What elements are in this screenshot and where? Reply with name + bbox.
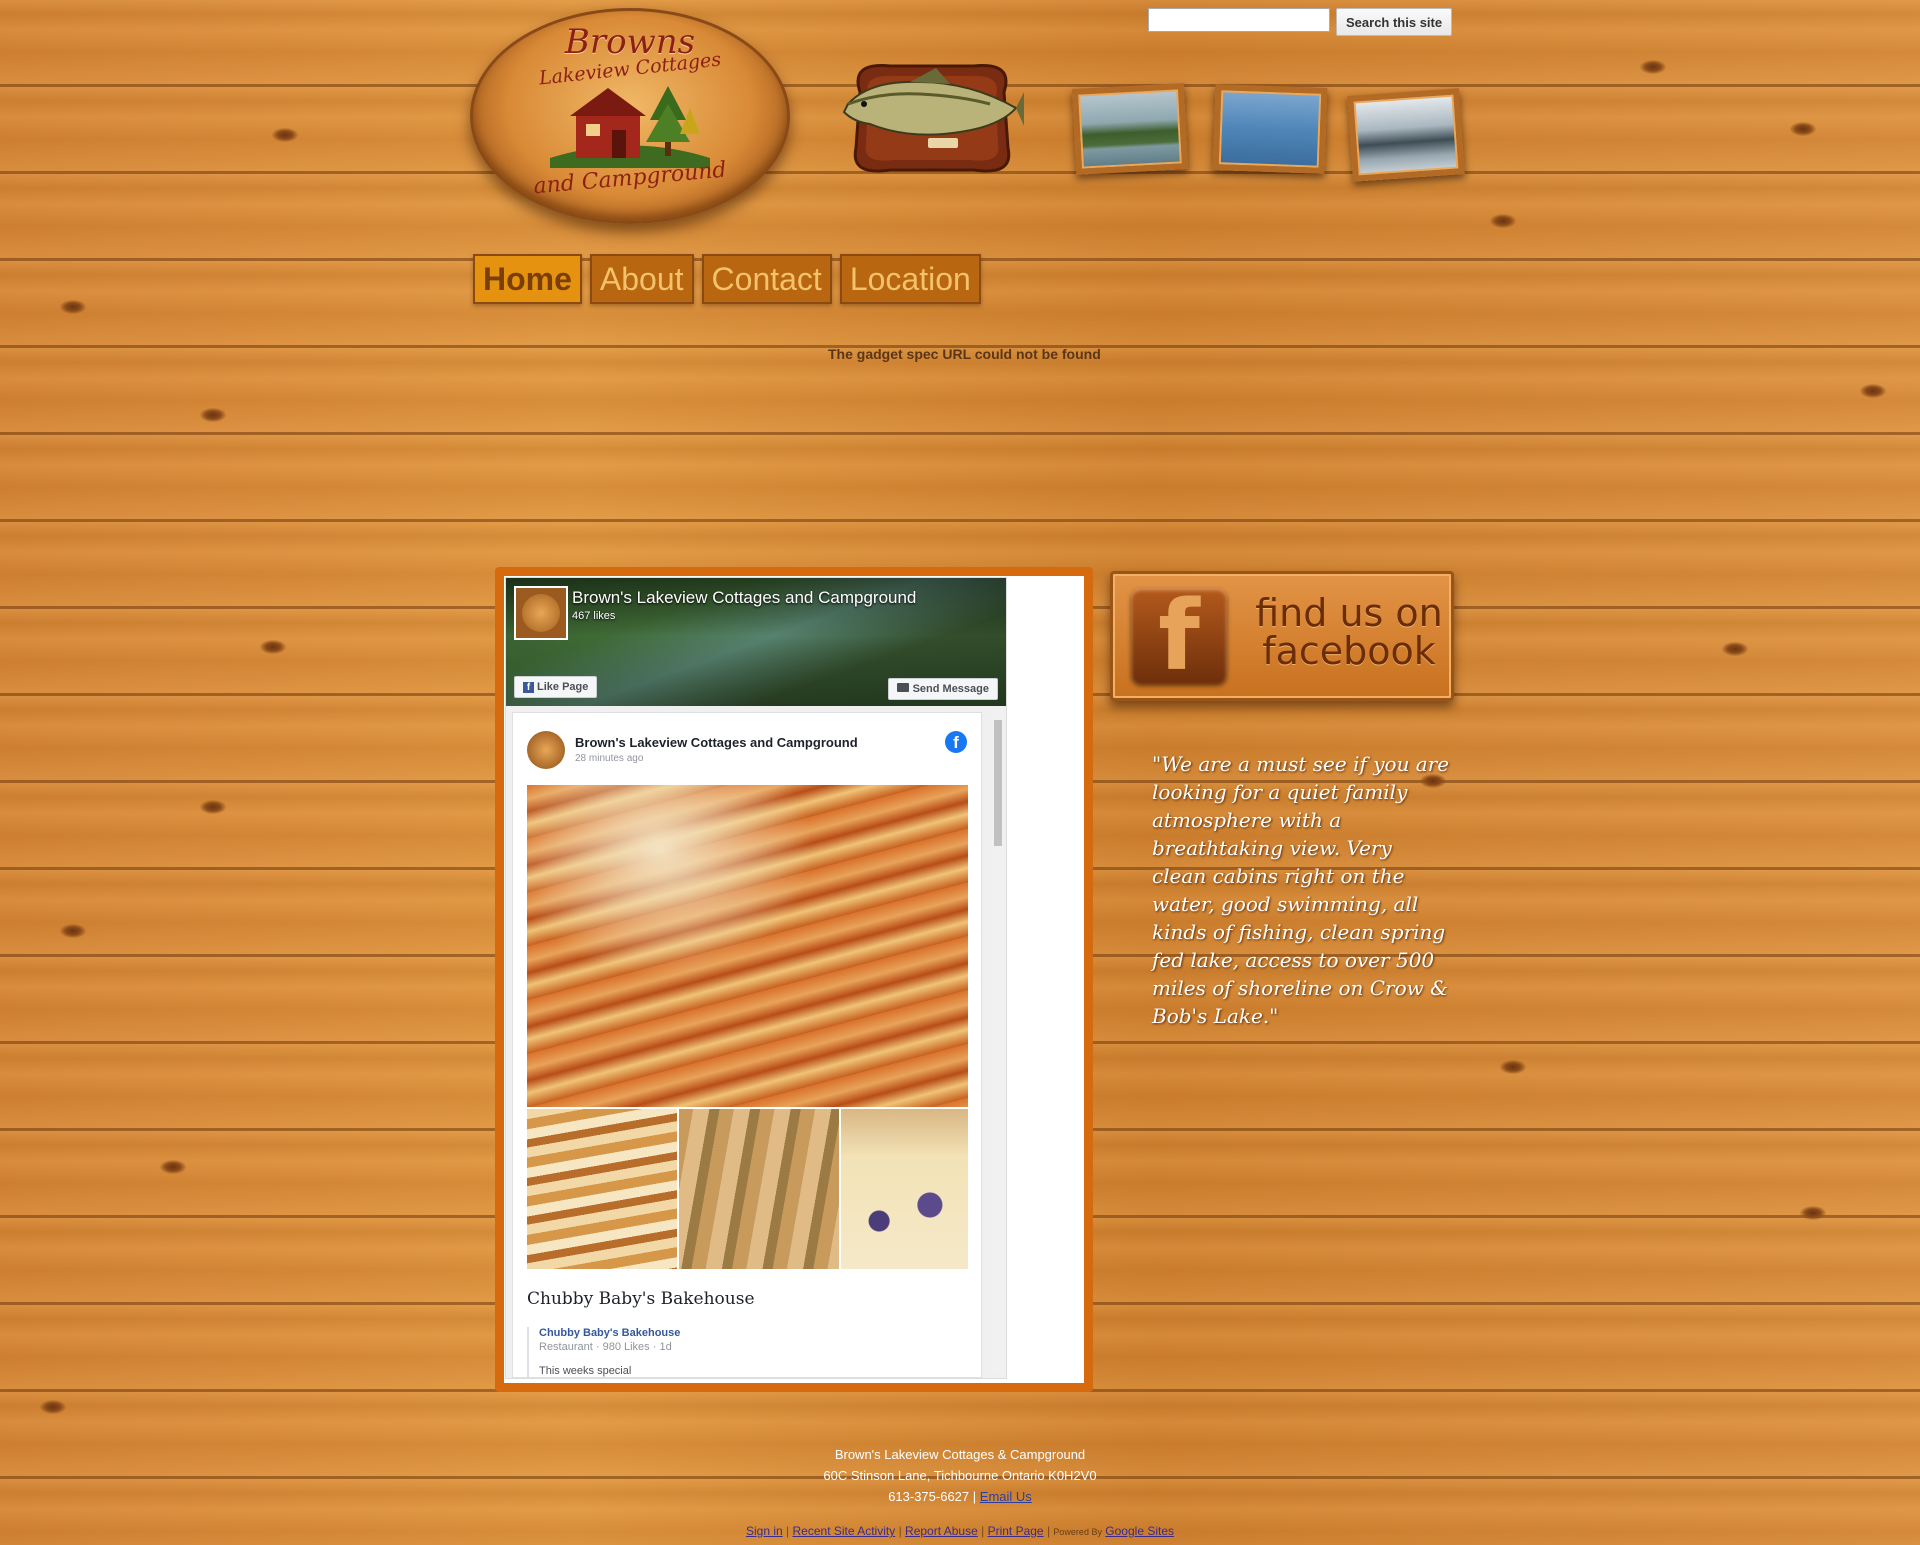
find-us-text: find us on facebook — [1255, 591, 1443, 673]
footer-contact: 613-375-6627 | Email Us — [0, 1486, 1920, 1507]
footer-phone: 613-375-6627 — [888, 1489, 970, 1504]
scrollbar-thumb[interactable] — [994, 720, 1002, 846]
wood-knot — [1860, 384, 1886, 398]
main-nav: Home About Contact Location — [473, 254, 981, 304]
gadget-error-text: The gadget spec URL could not be found — [828, 346, 1101, 362]
post-thumb-garlic-bread[interactable] — [679, 1109, 839, 1269]
post-thumb-blueberry-cake[interactable] — [841, 1109, 968, 1269]
shared-post-title: Chubby Baby's Bakehouse — [527, 1289, 755, 1309]
nav-home[interactable]: Home — [473, 254, 582, 304]
fb-post: Brown's Lakeview Cottages and Campground… — [512, 712, 982, 1378]
nav-location[interactable]: Location — [839, 254, 981, 304]
fb-timeline-feed[interactable]: Brown's Lakeview Cottages and Campground… — [506, 706, 1006, 1378]
fb-cover-photo[interactable]: Brown's Lakeview Cottages and Campground… — [506, 578, 1006, 706]
photo-rainbow-lake[interactable] — [1071, 83, 1189, 175]
fb-send-message-button[interactable]: Send Message — [887, 678, 998, 700]
powered-by-text: Powered By — [1053, 1527, 1102, 1537]
footer-separator: | — [972, 1489, 977, 1504]
photo-kayakers[interactable] — [1212, 84, 1328, 174]
wood-knot — [1490, 214, 1516, 228]
wood-knot — [272, 128, 298, 142]
fb-send-label: Send Message — [912, 683, 989, 695]
find-us-on-facebook-badge[interactable]: f find us on facebook — [1110, 571, 1454, 701]
wood-knot — [260, 640, 286, 654]
link-separator: | — [1046, 1524, 1051, 1538]
report-abuse-link[interactable]: Report Abuse — [905, 1524, 978, 1538]
shared-post-block: Chubby Baby's Bakehouse Restaurant · 980… — [527, 1327, 680, 1377]
sign-in-link[interactable]: Sign in — [746, 1524, 783, 1538]
wood-knot — [60, 300, 86, 314]
facebook-icon: f — [523, 682, 534, 693]
search-input[interactable] — [1148, 8, 1330, 32]
message-icon — [896, 683, 909, 692]
facebook-f-icon: f — [1131, 580, 1227, 692]
nav-about[interactable]: About — [589, 254, 694, 304]
facebook-page-plugin: Brown's Lakeview Cottages and Campground… — [505, 577, 1007, 1379]
facebook-logo-icon[interactable]: f — [945, 731, 967, 753]
site-links-bar: Sign in | Recent Site Activity | Report … — [0, 1524, 1920, 1538]
fb-post-author[interactable]: Brown's Lakeview Cottages and Campground — [575, 735, 858, 750]
wood-knot — [1790, 122, 1816, 136]
link-separator: | — [786, 1524, 790, 1538]
link-separator: | — [981, 1524, 985, 1538]
site-search: Search this site — [1148, 8, 1453, 36]
shared-post-text: This weeks special — [539, 1365, 632, 1377]
wood-knot — [1640, 60, 1666, 74]
nav-contact[interactable]: Contact — [701, 254, 832, 304]
site-footer: Brown's Lakeview Cottages & Campground 6… — [0, 1444, 1920, 1507]
link-separator: | — [898, 1524, 902, 1538]
fb-page-likes: 467 likes — [572, 610, 616, 622]
post-thumb-pastry[interactable] — [527, 1109, 677, 1269]
shared-page-link[interactable]: Chubby Baby's Bakehouse — [539, 1327, 680, 1339]
site-logo[interactable]: Browns Lakeview Cottages and Campground — [470, 8, 790, 224]
fb-page-name[interactable]: Brown's Lakeview Cottages and Campground — [572, 588, 916, 608]
footer-business-name: Brown's Lakeview Cottages & Campground — [834, 1447, 1086, 1462]
wood-knot — [60, 924, 86, 938]
fish-plaque-icon — [842, 64, 1024, 173]
fb-post-time[interactable]: 28 minutes ago — [575, 753, 643, 764]
fb-page-avatar[interactable] — [514, 586, 568, 640]
fb-post-avatar[interactable] — [527, 731, 565, 769]
recent-activity-link[interactable]: Recent Site Activity — [793, 1524, 896, 1538]
wood-knot — [40, 1400, 66, 1414]
wood-knot — [1722, 642, 1748, 656]
wood-knot — [200, 800, 226, 814]
google-sites-link[interactable]: Google Sites — [1105, 1524, 1174, 1538]
shared-page-meta: Restaurant · 980 Likes · 1d — [539, 1341, 672, 1353]
cabin-icon — [550, 86, 710, 168]
testimonial-quote: "We are a must see if you are looking fo… — [1152, 752, 1450, 1028]
wood-knot — [200, 408, 226, 422]
photo-canoe[interactable] — [1347, 88, 1465, 182]
fb-like-label: Like Page — [537, 681, 589, 693]
search-button[interactable]: Search this site — [1336, 8, 1453, 36]
email-us-link[interactable]: Email Us — [980, 1489, 1032, 1504]
post-photo-lasagna[interactable] — [527, 785, 968, 1107]
wood-knot — [160, 1160, 186, 1174]
wood-knot — [1500, 1060, 1526, 1074]
fb-feed-scrollbar[interactable] — [992, 710, 1004, 1374]
post-photo-thumbs — [527, 1109, 968, 1269]
footer-address: 60C Stinson Lane, Tichbourne Ontario K0H… — [823, 1468, 1097, 1483]
print-page-link[interactable]: Print Page — [988, 1524, 1044, 1538]
wood-knot — [1800, 1206, 1826, 1220]
fb-like-page-button[interactable]: f Like Page — [514, 676, 598, 698]
